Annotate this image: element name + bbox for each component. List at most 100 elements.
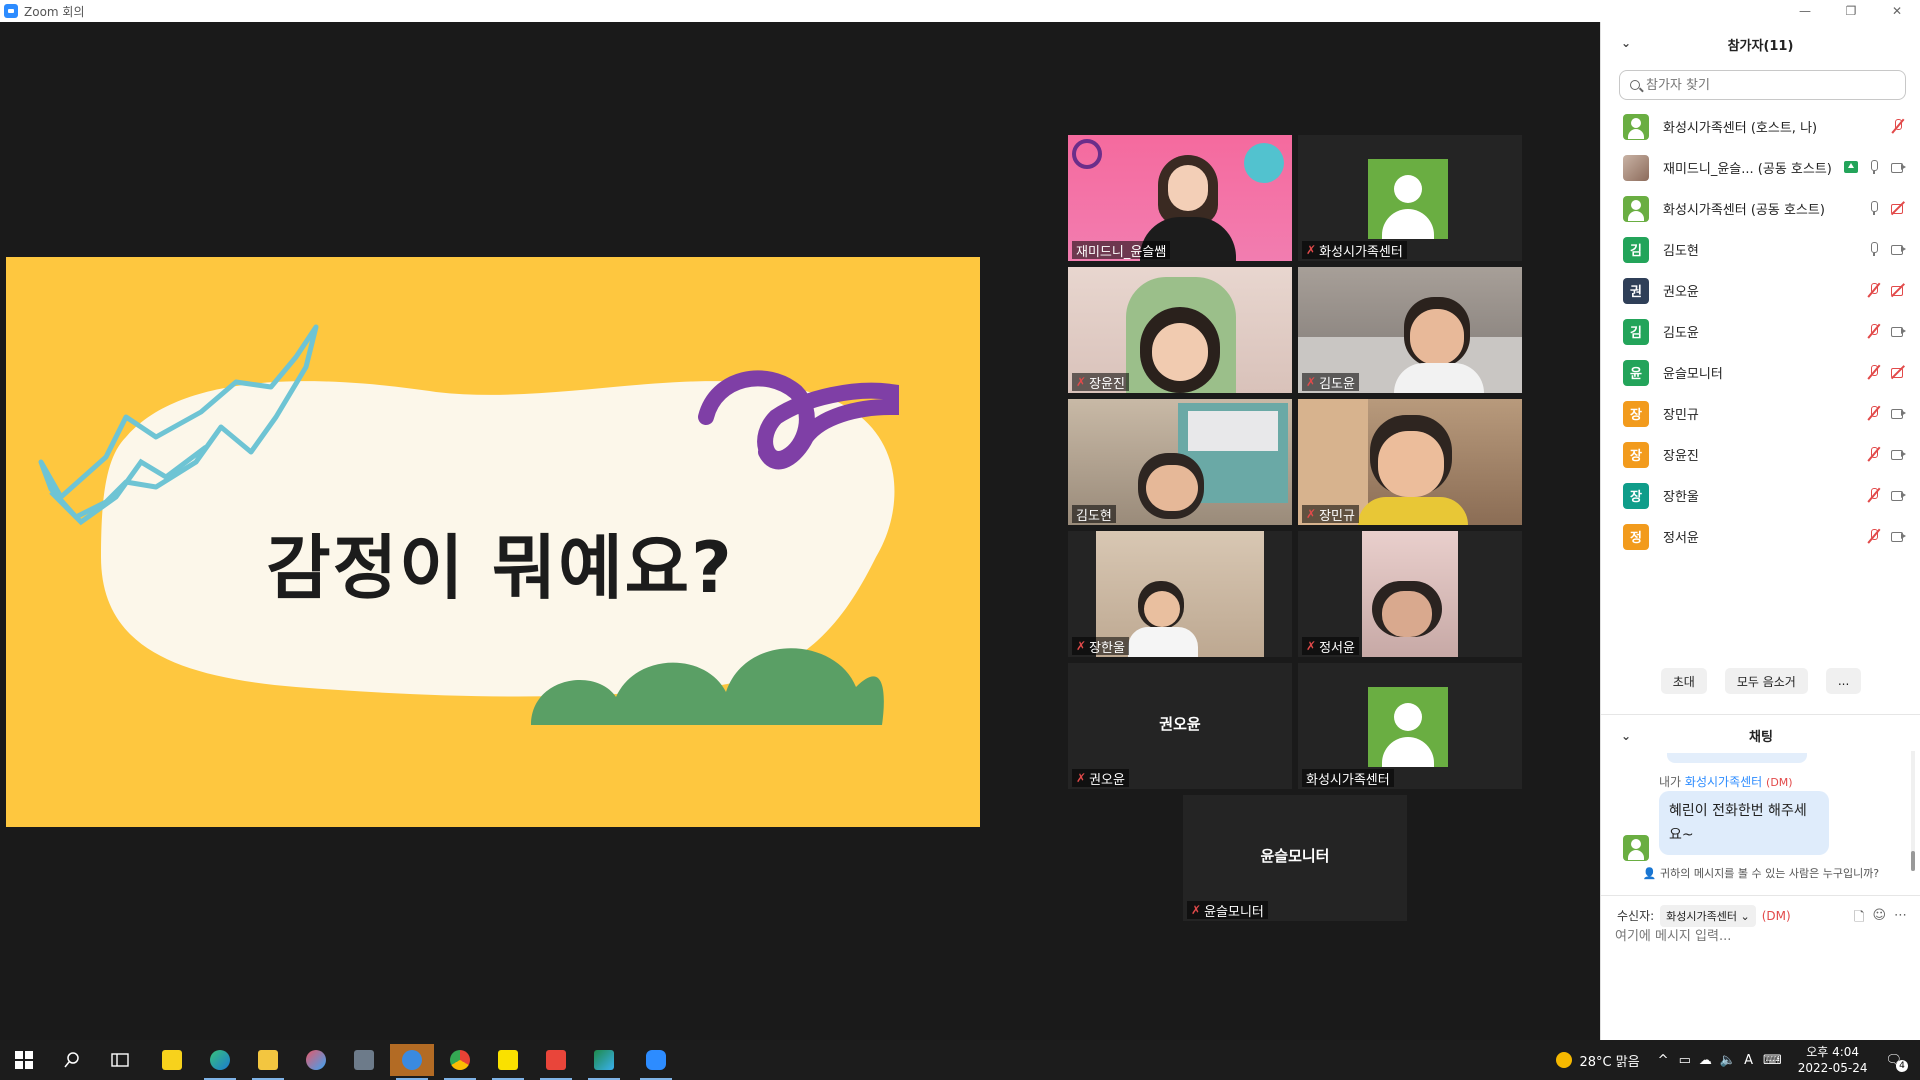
video-tile[interactable]: ✗ 장민규: [1298, 399, 1522, 525]
video-tile[interactable]: ✗ 화성시가족센터: [1298, 135, 1522, 261]
mic-icon[interactable]: [1866, 241, 1882, 257]
recipient-dropdown[interactable]: 화성시가족센터 ⌄: [1660, 904, 1756, 927]
emoji-icon[interactable]: ☺: [1872, 908, 1886, 930]
mic-muted-icon[interactable]: [1866, 282, 1882, 298]
mic-icon[interactable]: [1866, 200, 1882, 216]
file-explorer-app[interactable]: [246, 1044, 290, 1080]
participant-row[interactable]: 화성시가족센터 (공동 호스트): [1601, 188, 1920, 229]
app-red[interactable]: [534, 1044, 578, 1080]
participant-row[interactable]: 장 장윤진: [1601, 434, 1920, 475]
camera-off-icon[interactable]: [1890, 200, 1906, 216]
clock-date: 2022-05-24: [1797, 1061, 1868, 1075]
invite-button[interactable]: 초대: [1660, 668, 1707, 694]
zoom-app[interactable]: [634, 1044, 678, 1080]
close-button[interactable]: ✕: [1874, 0, 1920, 22]
chat-scrollbar[interactable]: [1911, 751, 1915, 871]
participant-row[interactable]: 김 김도현: [1601, 229, 1920, 270]
camera-icon[interactable]: [1890, 528, 1906, 544]
mic-muted-icon[interactable]: [1866, 364, 1882, 380]
network-icon[interactable]: ▭: [1679, 1053, 1691, 1068]
camera-off-icon[interactable]: [1890, 364, 1906, 380]
mic-muted-icon: ✗: [1306, 375, 1317, 389]
speaker-icon[interactable]: 🔈: [1720, 1053, 1736, 1068]
clock[interactable]: 오후 4:04 2022-05-24: [1798, 1044, 1868, 1076]
participant-row[interactable]: 장 장한울: [1601, 475, 1920, 516]
participant-row[interactable]: 정 정서윤: [1601, 516, 1920, 557]
participant-row[interactable]: 재미드니_윤슬... (공동 호스트): [1601, 147, 1920, 188]
mute-all-button[interactable]: 모두 음소거: [1724, 668, 1808, 694]
chevron-up-icon[interactable]: ^: [1658, 1053, 1669, 1068]
video-tile[interactable]: ✗ 장윤진: [1068, 267, 1292, 393]
participant-row[interactable]: 장 장민규: [1601, 393, 1920, 434]
paint-app[interactable]: [294, 1044, 338, 1076]
participant-name: 윤슬모니터: [1204, 904, 1264, 920]
video-tile[interactable]: ✗ 정서윤: [1298, 531, 1522, 657]
participant-name: 김도현: [1663, 244, 1699, 259]
participant-search-input[interactable]: [1646, 77, 1886, 93]
calculator-app[interactable]: [342, 1044, 386, 1076]
mic-muted-icon[interactable]: [1890, 118, 1906, 134]
chevron-down-icon[interactable]: ⌄: [1621, 729, 1631, 743]
message-recipient-link[interactable]: 화성시가족센터: [1685, 775, 1762, 789]
chrome-icon: [450, 1050, 470, 1070]
search-button[interactable]: [50, 1044, 94, 1076]
camera-icon[interactable]: [1890, 323, 1906, 339]
participant-name: 장윤진: [1089, 376, 1125, 392]
weather-text[interactable]: 28°C 맑음: [1580, 1051, 1640, 1070]
shared-slide: 감정이 뭐예요?: [6, 257, 980, 827]
keyboard-icon[interactable]: ⌨: [1763, 1053, 1782, 1068]
mic-muted-icon[interactable]: [1866, 405, 1882, 421]
participant-name-tag: ✗ 화성시가족센터: [1302, 241, 1407, 260]
chevron-down-icon[interactable]: ⌄: [1621, 36, 1631, 50]
edge-icon: [210, 1050, 230, 1070]
notification-center-button[interactable]: 🗨 4: [1885, 1053, 1908, 1072]
chat-message-input[interactable]: [1615, 929, 1905, 944]
minimize-button[interactable]: —: [1782, 0, 1828, 22]
participant-row[interactable]: 화성시가족센터 (호스트, 나): [1601, 106, 1920, 147]
video-tile[interactable]: ✗ 장한울: [1068, 531, 1292, 657]
video-tile[interactable]: 화성시가족센터: [1298, 663, 1522, 789]
camera-icon[interactable]: [1890, 241, 1906, 257]
sticky-notes-app[interactable]: [150, 1044, 194, 1076]
mic-muted-icon[interactable]: [1866, 323, 1882, 339]
task-view-button[interactable]: [98, 1044, 142, 1076]
flashing-app[interactable]: [390, 1044, 434, 1080]
participants-title: 참가자(11): [1727, 38, 1794, 54]
restore-button[interactable]: ❐: [1828, 0, 1874, 22]
camera-icon[interactable]: [1890, 159, 1906, 175]
participant-name-tag: ✗ 장윤진: [1072, 373, 1129, 392]
cloud-icon[interactable]: ☁: [1699, 1053, 1712, 1068]
mic-muted-icon[interactable]: [1866, 528, 1882, 544]
edge-app[interactable]: [198, 1044, 242, 1080]
more-options-button[interactable]: ...: [1825, 668, 1862, 694]
ime-indicator[interactable]: A: [1744, 1053, 1753, 1068]
video-tile[interactable]: 김도현: [1068, 399, 1292, 525]
participant-row[interactable]: 김 김도윤: [1601, 311, 1920, 352]
zoom-app-icon: [4, 4, 18, 18]
mic-muted-icon: ✗: [1306, 639, 1317, 653]
app-green[interactable]: [582, 1044, 626, 1080]
video-tile[interactable]: 윤슬모니터 ✗ 윤슬모니터: [1183, 795, 1407, 921]
video-tile-speaker[interactable]: 재미드니_윤슬쌤: [1068, 135, 1292, 261]
start-button[interactable]: [2, 1044, 46, 1076]
window-titlebar: Zoom 회의 — ❐ ✕: [0, 0, 1920, 22]
camera-icon[interactable]: [1890, 405, 1906, 421]
chrome-app[interactable]: [438, 1044, 482, 1080]
windows-logo-icon: [15, 1051, 33, 1069]
kakaotalk-app[interactable]: [486, 1044, 530, 1080]
file-icon[interactable]: 🗋: [1854, 908, 1864, 930]
participant-row[interactable]: 권 권오윤: [1601, 270, 1920, 311]
participant-row[interactable]: 윤 윤슬모니터: [1601, 352, 1920, 393]
video-tile[interactable]: 권오윤 ✗ 권오윤: [1068, 663, 1292, 789]
mic-muted-icon[interactable]: [1866, 446, 1882, 462]
who-can-see-link[interactable]: 👤 귀하의 메시지를 볼 수 있는 사람은 누구입니까?: [1601, 865, 1920, 881]
camera-icon[interactable]: [1890, 487, 1906, 503]
camera-off-icon[interactable]: [1890, 282, 1906, 298]
participant-name: 장민규: [1319, 508, 1355, 524]
clock-time: 오후 4:04: [1806, 1045, 1860, 1059]
mic-icon[interactable]: [1866, 159, 1882, 175]
more-icon[interactable]: ⋯: [1894, 908, 1907, 930]
camera-icon[interactable]: [1890, 446, 1906, 462]
video-tile[interactable]: ✗ 김도윤: [1298, 267, 1522, 393]
mic-muted-icon[interactable]: [1866, 487, 1882, 503]
